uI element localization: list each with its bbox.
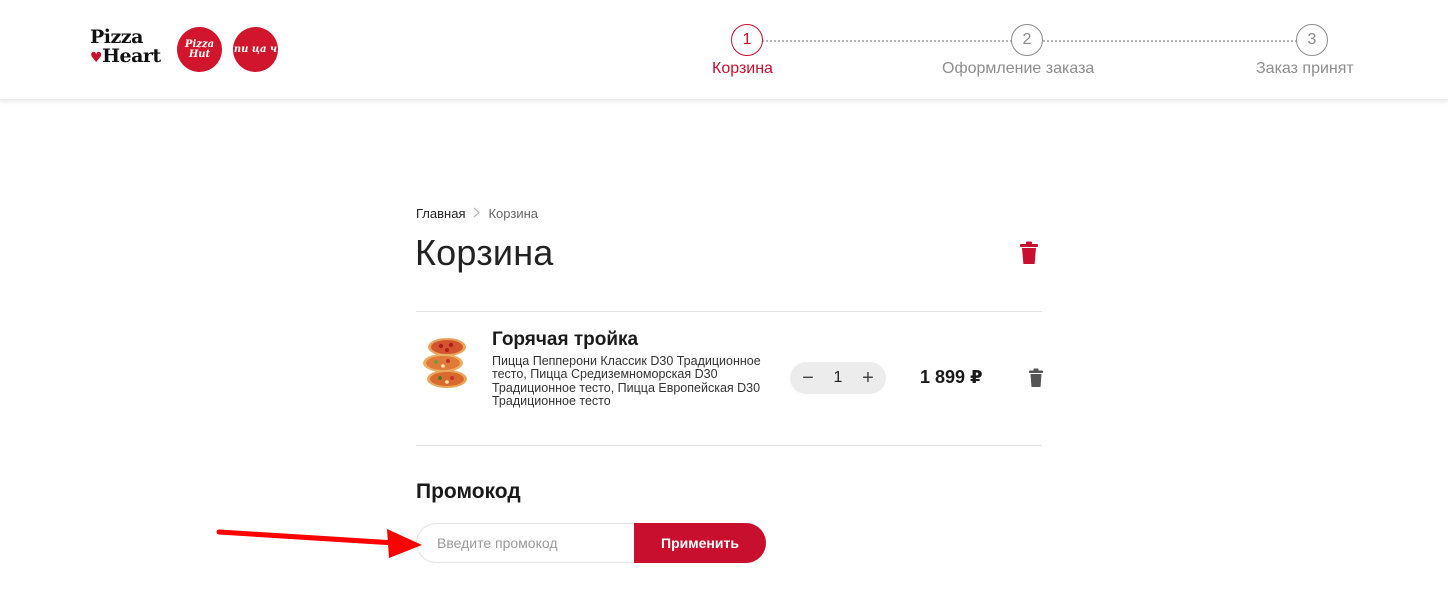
- pitstsa-logo[interactable]: пи ца ч: [233, 27, 278, 72]
- step-3-circle: 3: [1296, 24, 1328, 56]
- cart-divider-top: [416, 311, 1042, 312]
- product-image: [423, 338, 467, 388]
- trash-icon: [1029, 368, 1043, 387]
- quantity-stepper: − 1 +: [790, 362, 886, 394]
- remove-item-button[interactable]: [1028, 368, 1044, 388]
- breadcrumb-home-link[interactable]: Главная: [416, 206, 465, 221]
- stepper-connector: [1043, 40, 1297, 42]
- step-2-circle: 2: [1011, 24, 1043, 56]
- step-2-label: Оформление заказа: [942, 60, 1095, 77]
- cart-divider-bottom: [416, 445, 1042, 446]
- breadcrumb: Главная Корзина: [416, 206, 538, 221]
- annotation-arrow: [216, 529, 422, 558]
- site-header: Pizza ♥Heart Pizza Hut пи ца ч 1 Корзина…: [0, 0, 1448, 100]
- stepper-connector: [762, 40, 1012, 42]
- increase-quantity-button[interactable]: +: [860, 368, 876, 388]
- promo-code-input[interactable]: [416, 523, 642, 563]
- product-description: Пицца Пепперони Классик D30 Традиционное…: [492, 354, 761, 408]
- trash-icon: [1020, 241, 1038, 264]
- decrease-quantity-button[interactable]: −: [800, 368, 816, 388]
- step-3-label: Заказ принят: [1256, 60, 1354, 77]
- promo-title: Промокод: [416, 480, 521, 503]
- pizza-hut-logo[interactable]: Pizza Hut: [177, 27, 222, 72]
- step-1-circle: 1: [731, 24, 763, 56]
- quantity-value: 1: [833, 369, 843, 386]
- step-1-label: Корзина: [712, 60, 773, 77]
- product-title: Горячая тройка: [492, 329, 639, 350]
- page-title: Корзина: [415, 232, 554, 273]
- item-price: 1 899 ₽: [920, 367, 983, 387]
- clear-cart-button[interactable]: [1017, 240, 1041, 266]
- logo-line2: ♥Heart: [90, 45, 161, 67]
- apply-promo-button[interactable]: Применить: [634, 523, 766, 563]
- breadcrumb-current: Корзина: [488, 206, 539, 221]
- chevron-right-icon: [473, 206, 481, 221]
- pizza-heart-logo[interactable]: Pizza ♥Heart: [90, 28, 166, 70]
